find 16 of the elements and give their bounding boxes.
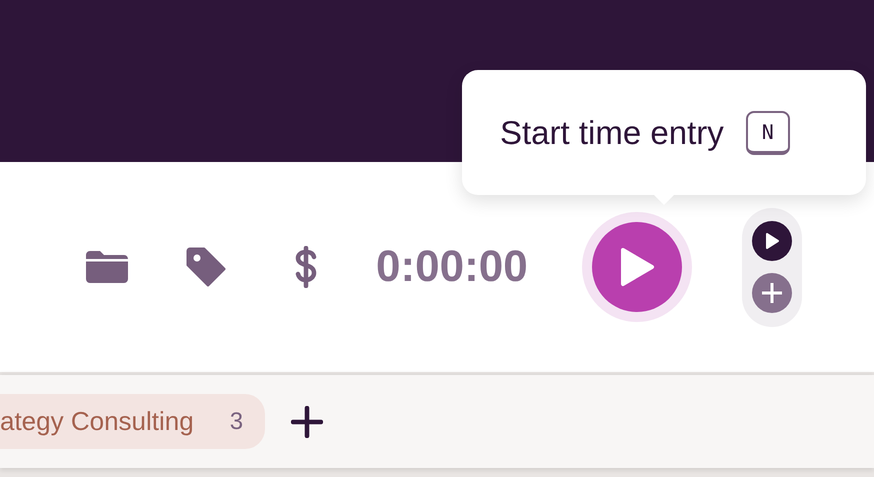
tag-icon[interactable] xyxy=(186,247,226,287)
dollar-icon xyxy=(294,246,318,288)
add-icon[interactable] xyxy=(291,406,324,438)
shortcut-key: N xyxy=(746,110,790,154)
play-icon xyxy=(618,247,655,287)
play-icon xyxy=(764,232,780,250)
tooltip-text: Start time entry xyxy=(500,114,724,152)
folder-icon[interactable] xyxy=(86,251,128,283)
billable-button[interactable] xyxy=(294,246,318,288)
entry-count: 3 xyxy=(230,408,244,436)
timer-mode-button[interactable] xyxy=(752,221,792,262)
project-name: ategy Consulting xyxy=(0,406,194,437)
manual-mode-button[interactable] xyxy=(752,272,792,313)
project-chip[interactable]: ategy Consulting 3 xyxy=(0,394,266,449)
elapsed-time: 0:00:00 xyxy=(376,242,528,292)
plus-icon xyxy=(760,280,784,305)
